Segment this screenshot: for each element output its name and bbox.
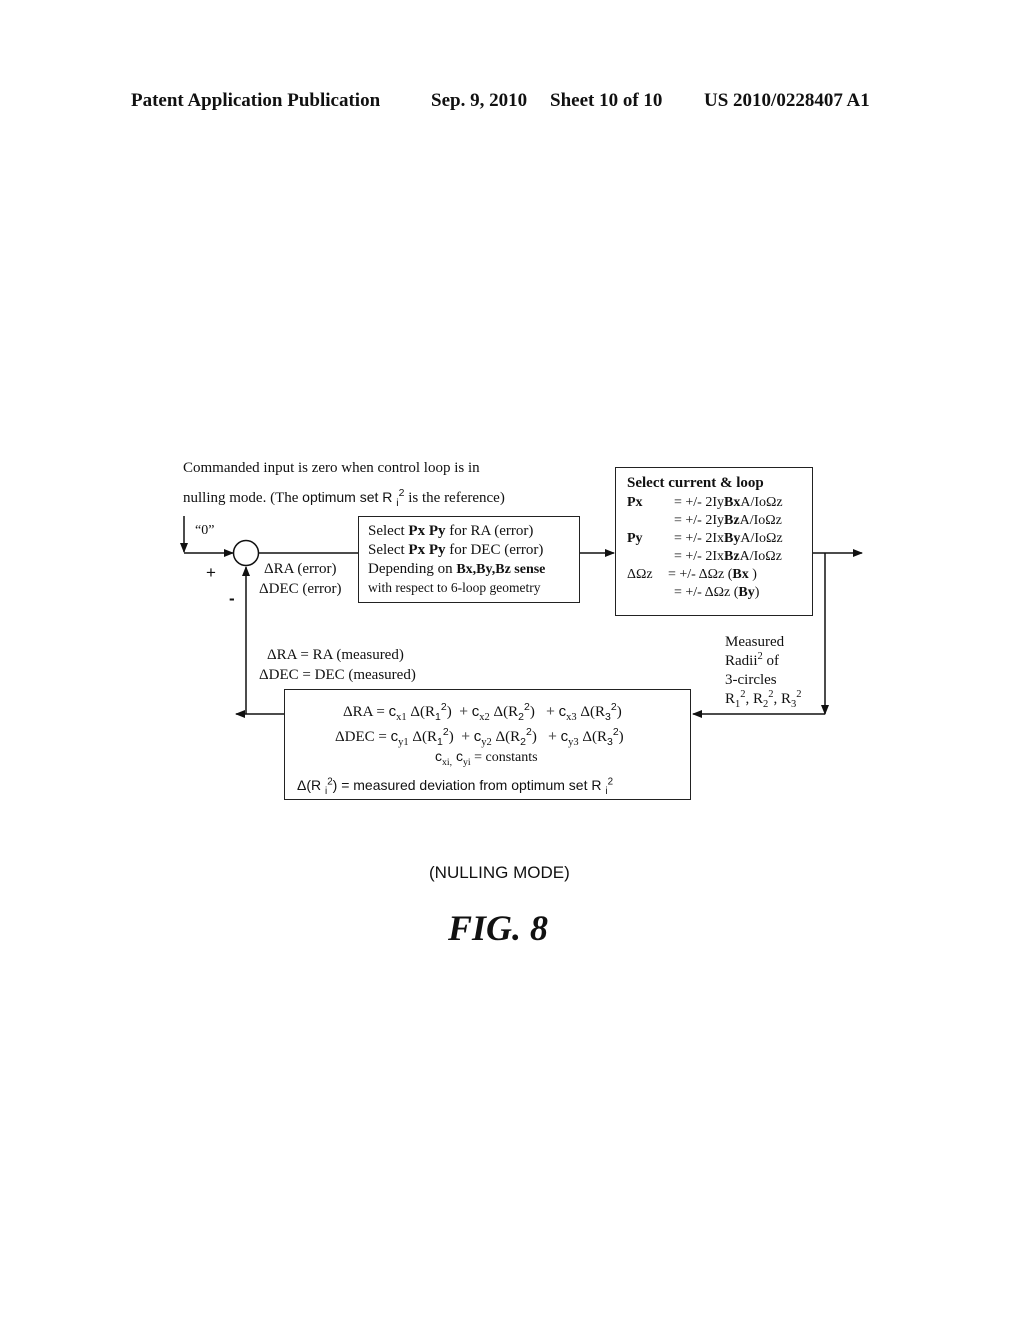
note-text-end: is the reference)	[404, 490, 505, 506]
select-px-py-box: Select Px Py for RA (error) Select Px Py…	[358, 516, 580, 603]
nulling-mode-caption: (NULLING MODE)	[429, 863, 570, 882]
figure-label: FIG. 8	[448, 908, 549, 948]
summing-junction	[232, 539, 260, 567]
select-line-1: Select Px Py for RA (error)	[368, 523, 534, 539]
delta-omega-equation-1: = +/- ΔΩz (Bx )	[668, 567, 757, 582]
deviation-definition: Δ(R i2) = measured deviation from optimu…	[297, 776, 614, 797]
note-line-1: Commanded input is zero when control loo…	[183, 460, 480, 476]
delta-omega-label: ΔΩz	[627, 567, 653, 582]
px-label: Px	[627, 495, 643, 510]
note-line-2: nulling mode. (The optimum set R i2 is t…	[183, 488, 505, 509]
delta-ra-error-label: ΔRA (error)	[264, 561, 337, 577]
plus-sign: +	[206, 563, 216, 582]
delta-dec-measured-label: ΔDEC = DEC (measured)	[259, 667, 416, 683]
delta-dec-equation: ΔDEC = cy1 Δ(R12) + cy2 Δ(R22) + cy3 Δ(R…	[335, 726, 624, 748]
delta-ra-equation: ΔRA = cx1 Δ(R12) + cx2 Δ(R22) + cx3 Δ(R3…	[343, 701, 622, 723]
px-equation-1: = +/- 2IyBxA/IoΩz	[674, 495, 783, 510]
delta-omega-equation-2: = +/- ΔΩz (By)	[674, 585, 760, 600]
py-label: Py	[627, 531, 643, 546]
delta-ra-measured-label: ΔRA = RA (measured)	[267, 647, 404, 663]
select-line-2: Select Px Py for DEC (error)	[368, 542, 544, 558]
minus-sign: -	[229, 589, 235, 608]
px-equation-2: = +/- 2IyBzA/IoΩz	[674, 513, 782, 528]
py-equation-1: = +/- 2IxByA/IoΩz	[674, 531, 783, 546]
constants-note: cxi, cyi = constants	[435, 748, 538, 768]
delta-dec-error-label: ΔDEC (error)	[259, 581, 342, 597]
select-line-4: with respect to 6-loop geometry	[368, 580, 541, 595]
select-current-loop-box: Select current & loop Px = +/- 2IyBxA/Io…	[615, 467, 813, 616]
radii-label-line-3: 3-circles	[725, 672, 777, 688]
diagram-wires	[180, 516, 863, 718]
py-equation-2: = +/- 2IxBzA/IoΩz	[674, 549, 782, 564]
radius-equation-box: ΔRA = cx1 Δ(R12) + cx2 Δ(R22) + cx3 Δ(R3…	[284, 689, 691, 800]
radii-label-line-4: R12, R22, R32	[725, 689, 802, 710]
select-line-3: Depending on Bx,By,Bz sense	[368, 561, 546, 577]
note-optimum: optimum set R	[302, 489, 397, 505]
note-text: nulling mode. (The	[183, 490, 303, 506]
radii-label-line-1: Measured	[725, 634, 785, 650]
radii-label-line-2: Radii2 of	[725, 651, 779, 669]
zero-input-label: “0”	[195, 523, 215, 538]
current-box-title: Select current & loop	[627, 475, 764, 491]
